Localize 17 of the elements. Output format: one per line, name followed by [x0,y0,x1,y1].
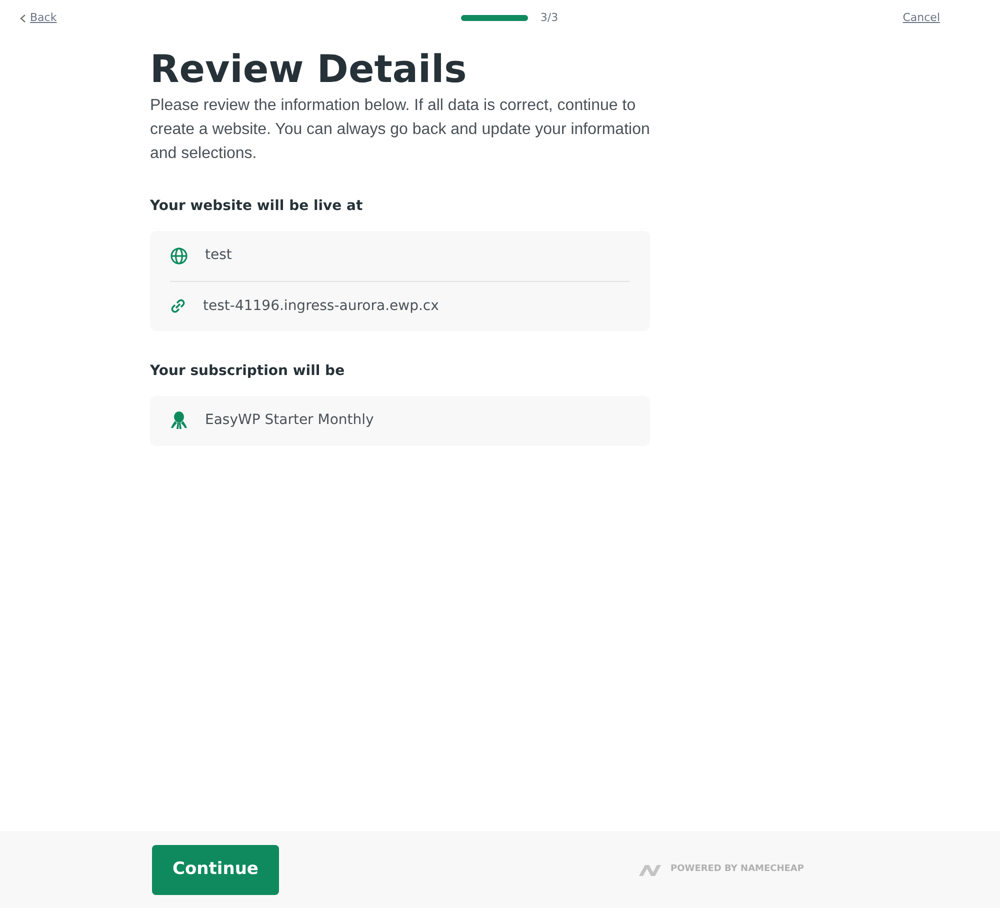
chevron-left-icon [20,14,26,22]
continue-button[interactable]: Continue [152,844,279,894]
link-icon [170,298,186,314]
info-text: test [205,246,232,265]
intro-text: Please review the information below. If all data is correct, continue to create a website. You can always go back and update your information and selections. [150,96,650,164]
page-title: Review Details [150,46,468,93]
section-heading: Your website will be live at [150,196,364,216]
logo-icon [636,862,663,876]
section-heading: Your subscription will be [150,362,346,380]
powered-by-text: POWERED BY NAMECHEAP [670,862,804,876]
step-counter: 3/3 [540,10,558,26]
globe-icon [170,246,188,264]
info-text: EasyWP Starter Monthly [205,411,374,430]
octopus-icon [170,411,188,430]
info-text: test-41196.ingress-aurora.ewp.cx [203,296,439,316]
cancel-link[interactable]: Cancel [902,10,940,26]
back-link[interactable]: Back [20,10,57,26]
